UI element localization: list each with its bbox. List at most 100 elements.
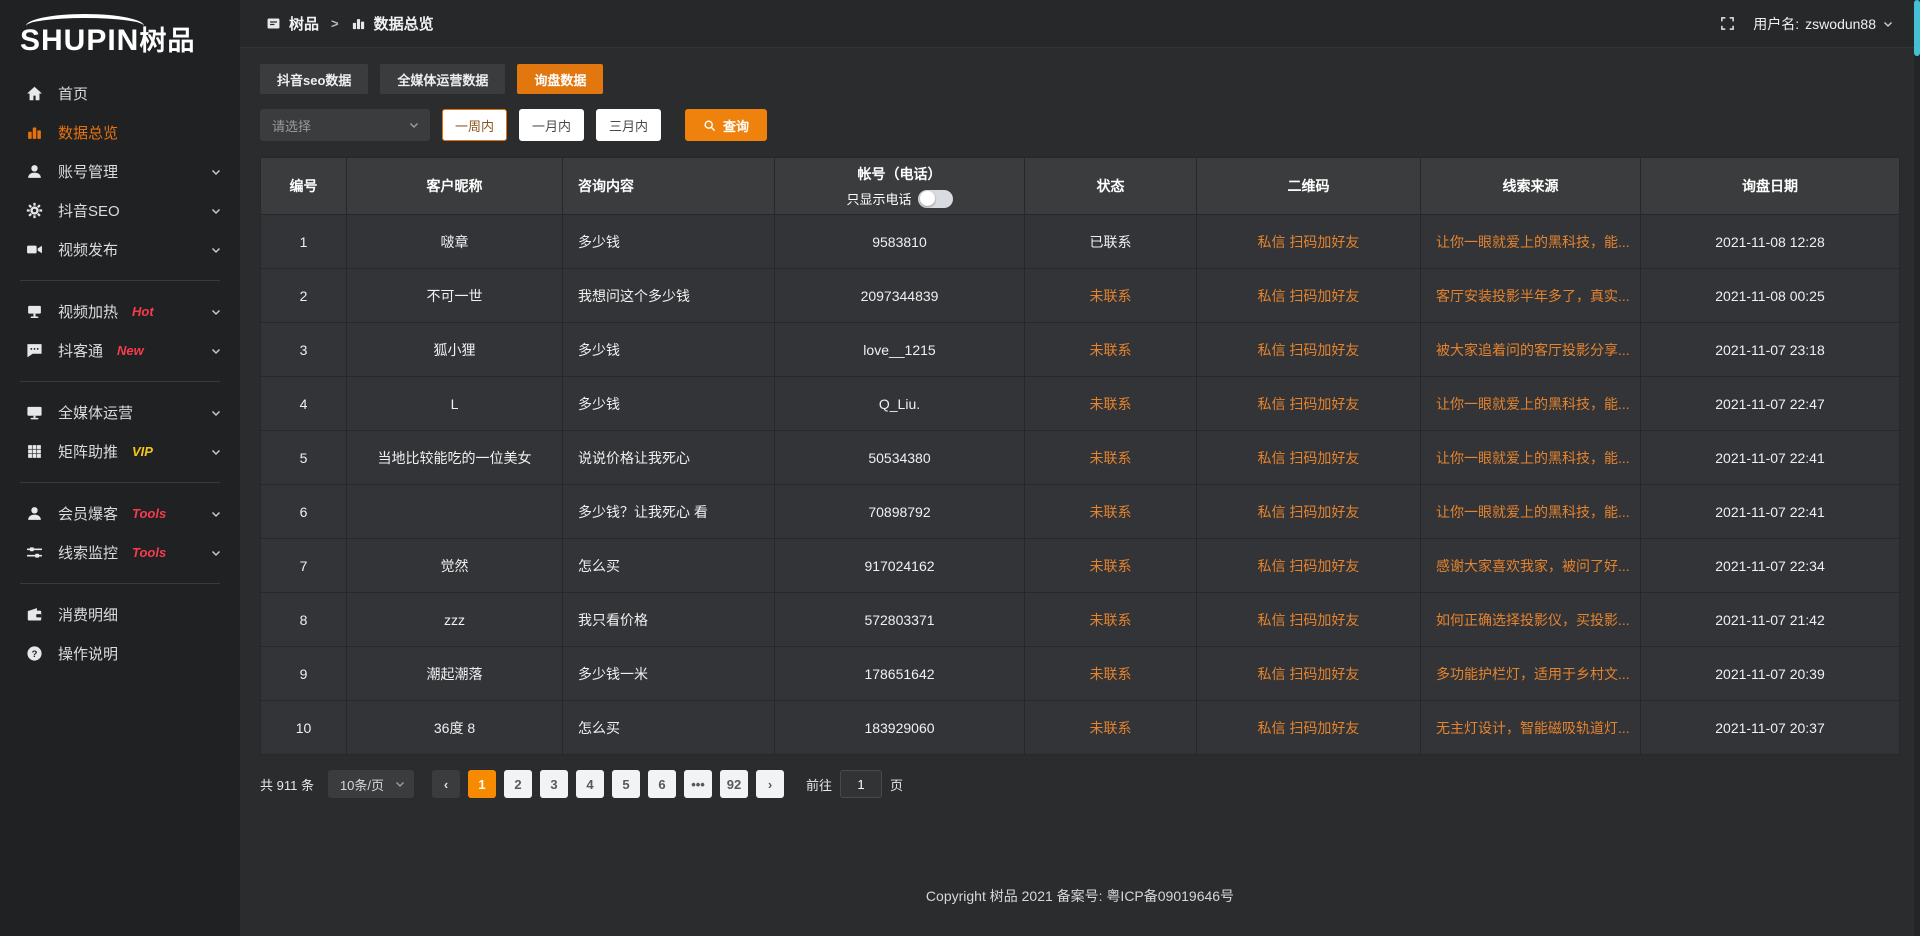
cell-qrcode-links[interactable]: 私信 扫码加好友 bbox=[1197, 647, 1421, 700]
table-row: 9潮起潮落多少钱一米178651642未联系私信 扫码加好友多功能护栏灯，适用于… bbox=[261, 646, 1899, 700]
col-header-qrcode: 二维码 bbox=[1197, 158, 1421, 214]
cell-account: Q_Liu. bbox=[775, 377, 1025, 430]
cell-source-link[interactable]: 多功能护栏灯，适用于乡村文... bbox=[1421, 647, 1641, 700]
comment-icon bbox=[26, 342, 43, 359]
cell-qrcode-links[interactable]: 私信 扫码加好友 bbox=[1197, 431, 1421, 484]
tab-omnimedia-data[interactable]: 全媒体运营数据 bbox=[380, 64, 505, 94]
table-row: 4L多少钱Q_Liu.未联系私信 扫码加好友让你一眼就爱上的黑科技，能...20… bbox=[261, 376, 1899, 430]
page-button-92[interactable]: 92 bbox=[720, 770, 748, 798]
cell-source-link[interactable]: 让你一眼就爱上的黑科技，能... bbox=[1421, 377, 1641, 430]
page-button-5[interactable]: 5 bbox=[612, 770, 640, 798]
cell-qrcode-links[interactable]: 私信 扫码加好友 bbox=[1197, 269, 1421, 322]
table-row: 2不可一世我想问这个多少钱2097344839未联系私信 扫码加好友客厅安装投影… bbox=[261, 268, 1899, 322]
cell-qrcode-links[interactable]: 私信 扫码加好友 bbox=[1197, 539, 1421, 592]
page-button-1[interactable]: 1 bbox=[468, 770, 496, 798]
app-logo[interactable]: SHUPIN树品 bbox=[0, 8, 240, 66]
col-header-date: 询盘日期 bbox=[1641, 158, 1899, 214]
sidebar-nav: 首页数据总览账号管理抖音SEO 视频发布视频加热 Hot 抖客通New 全媒体运营矩阵助… bbox=[0, 66, 240, 673]
sidebar-item-label: 抖音SEO bbox=[58, 200, 120, 221]
period-button-month[interactable]: 一月内 bbox=[519, 109, 584, 141]
phone-toggle-label: 只显示电话 bbox=[846, 189, 911, 208]
cell-no: 1 bbox=[261, 215, 347, 268]
sidebar-item-data-overview[interactable]: 数据总览 bbox=[0, 113, 240, 152]
cell-qrcode-links[interactable]: 私信 扫码加好友 bbox=[1197, 323, 1421, 376]
tab-inquiry-data[interactable]: 询盘数据 bbox=[517, 64, 603, 94]
phone-only-toggle[interactable] bbox=[918, 190, 953, 208]
page-button-2[interactable]: 2 bbox=[504, 770, 532, 798]
period-button-week[interactable]: 一周内 bbox=[442, 109, 507, 141]
sidebar-item-video-heat[interactable]: 视频加热 Hot bbox=[0, 292, 240, 331]
sidebar-item-omnimedia-ops[interactable]: 全媒体运营 bbox=[0, 393, 240, 432]
cell-source-link[interactable]: 被大家追着问的客厅投影分享... bbox=[1421, 323, 1641, 376]
user-menu[interactable]: 用户名: zswodun88 bbox=[1753, 14, 1894, 34]
cell-status: 未联系 bbox=[1025, 377, 1197, 430]
cell-status: 未联系 bbox=[1025, 647, 1197, 700]
cell-source-link[interactable]: 感谢大家喜欢我家，被问了好... bbox=[1421, 539, 1641, 592]
page-button-4[interactable]: 4 bbox=[576, 770, 604, 798]
sidebar-item-label: 消费明细 bbox=[58, 604, 118, 625]
sidebar-item-label: 视频发布 bbox=[58, 239, 118, 260]
goto-page: 前往 1 页 bbox=[806, 770, 903, 798]
sidebar-item-consumption-detail[interactable]: 消费明细 bbox=[0, 595, 240, 634]
cell-qrcode-links[interactable]: 私信 扫码加好友 bbox=[1197, 701, 1421, 754]
cell-source-link[interactable]: 让你一眼就爱上的黑科技，能... bbox=[1421, 431, 1641, 484]
sidebar-item-help[interactable]: ?操作说明 bbox=[0, 634, 240, 673]
cell-source-link[interactable]: 让你一眼就爱上的黑科技，能... bbox=[1421, 215, 1641, 268]
tab-douyin-seo-data[interactable]: 抖音seo数据 bbox=[260, 64, 368, 94]
cell-qrcode-links[interactable]: 私信 扫码加好友 bbox=[1197, 593, 1421, 646]
sidebar-item-douketong[interactable]: 抖客通New bbox=[0, 331, 240, 370]
sidebar-item-member-burst[interactable]: 会员爆客Tools bbox=[0, 494, 240, 533]
cell-qrcode-links[interactable]: 私信 扫码加好友 bbox=[1197, 377, 1421, 430]
cell-date: 2021-11-07 21:42 bbox=[1641, 593, 1899, 646]
page-button-3[interactable]: 3 bbox=[540, 770, 568, 798]
breadcrumb-item-current: 数据总览 bbox=[374, 13, 434, 34]
copyright-text: Copyright 树品 2021 备案号: 粤ICP备09019646号 bbox=[926, 888, 1234, 904]
query-button[interactable]: 查询 bbox=[685, 109, 767, 141]
sidebar-item-account-manage[interactable]: 账号管理 bbox=[0, 152, 240, 191]
sidebar-item-matrix-boost[interactable]: 矩阵助推VIP bbox=[0, 432, 240, 471]
chevron-down-icon bbox=[210, 166, 222, 178]
cell-nickname: zzz bbox=[347, 593, 563, 646]
cell-source-link[interactable]: 客厅安装投影半年多了，真实... bbox=[1421, 269, 1641, 322]
sidebar-item-badge: Hot bbox=[132, 304, 154, 319]
sidebar-item-video-publish[interactable]: 视频发布 bbox=[0, 230, 240, 269]
cell-content: 怎么买 bbox=[563, 539, 775, 592]
monitor-icon bbox=[26, 404, 43, 421]
next-page-button[interactable]: › bbox=[756, 770, 784, 798]
sidebar-item-home[interactable]: 首页 bbox=[0, 74, 240, 113]
sidebar-item-badge: Tools bbox=[132, 545, 166, 560]
camera-icon bbox=[26, 241, 43, 258]
sidebar-item-label: 视频加热 bbox=[58, 301, 118, 322]
table-row: 6多少钱？让我死心 看70898792未联系私信 扫码加好友让你一眼就爱上的黑科… bbox=[261, 484, 1899, 538]
cell-no: 9 bbox=[261, 647, 347, 700]
period-button-quarter[interactable]: 三月内 bbox=[596, 109, 661, 141]
prev-page-button[interactable]: ‹ bbox=[432, 770, 460, 798]
account-select[interactable]: 请选择 bbox=[260, 109, 430, 141]
scrollbar-thumb[interactable] bbox=[1914, 0, 1920, 56]
svg-text:?: ? bbox=[32, 649, 38, 660]
col-header-account: 帐号（电话） 只显示电话 bbox=[775, 158, 1025, 214]
cell-qrcode-links[interactable]: 私信 扫码加好友 bbox=[1197, 215, 1421, 268]
cell-nickname: L bbox=[347, 377, 563, 430]
page-ellipsis-button[interactable]: ••• bbox=[684, 770, 712, 798]
cell-source-link[interactable]: 无主灯设计，智能磁吸轨道灯... bbox=[1421, 701, 1641, 754]
sidebar-item-douyin-seo[interactable]: 抖音SEO bbox=[0, 191, 240, 230]
page-button-6[interactable]: 6 bbox=[648, 770, 676, 798]
sidebar-item-clue-monitor[interactable]: 线索监控Tools bbox=[0, 533, 240, 572]
cell-qrcode-links[interactable]: 私信 扫码加好友 bbox=[1197, 485, 1421, 538]
doc-icon bbox=[266, 16, 281, 31]
main-area: 树品 > 数据总览 用户名: zswodun88 抖音seo数据全媒体运营数据询… bbox=[240, 0, 1920, 936]
chevron-down-icon bbox=[210, 446, 222, 458]
period-group: 一周内一月内三月内 bbox=[442, 109, 661, 141]
table-row: 1啵章多少钱9583810已联系私信 扫码加好友让你一眼就爱上的黑科技，能...… bbox=[261, 214, 1899, 268]
cell-source-link[interactable]: 如何正确选择投影仪，买投影... bbox=[1421, 593, 1641, 646]
fullscreen-icon[interactable] bbox=[1720, 16, 1735, 31]
username-prefix: 用户名: bbox=[1753, 14, 1799, 34]
toggle-knob bbox=[920, 191, 935, 206]
breadcrumb-item-root[interactable]: 树品 bbox=[289, 13, 319, 34]
table-header-row: 编号 客户昵称 咨询内容 帐号（电话） 只显示电话 状态 二维码 线索来源 询盘… bbox=[261, 158, 1899, 214]
page-size-select[interactable]: 10条/页 bbox=[328, 770, 414, 798]
cell-source-link[interactable]: 让你一眼就爱上的黑科技，能... bbox=[1421, 485, 1641, 538]
goto-page-input[interactable]: 1 bbox=[840, 770, 882, 798]
table-row: 8zzz我只看价格572803371未联系私信 扫码加好友如何正确选择投影仪，买… bbox=[261, 592, 1899, 646]
